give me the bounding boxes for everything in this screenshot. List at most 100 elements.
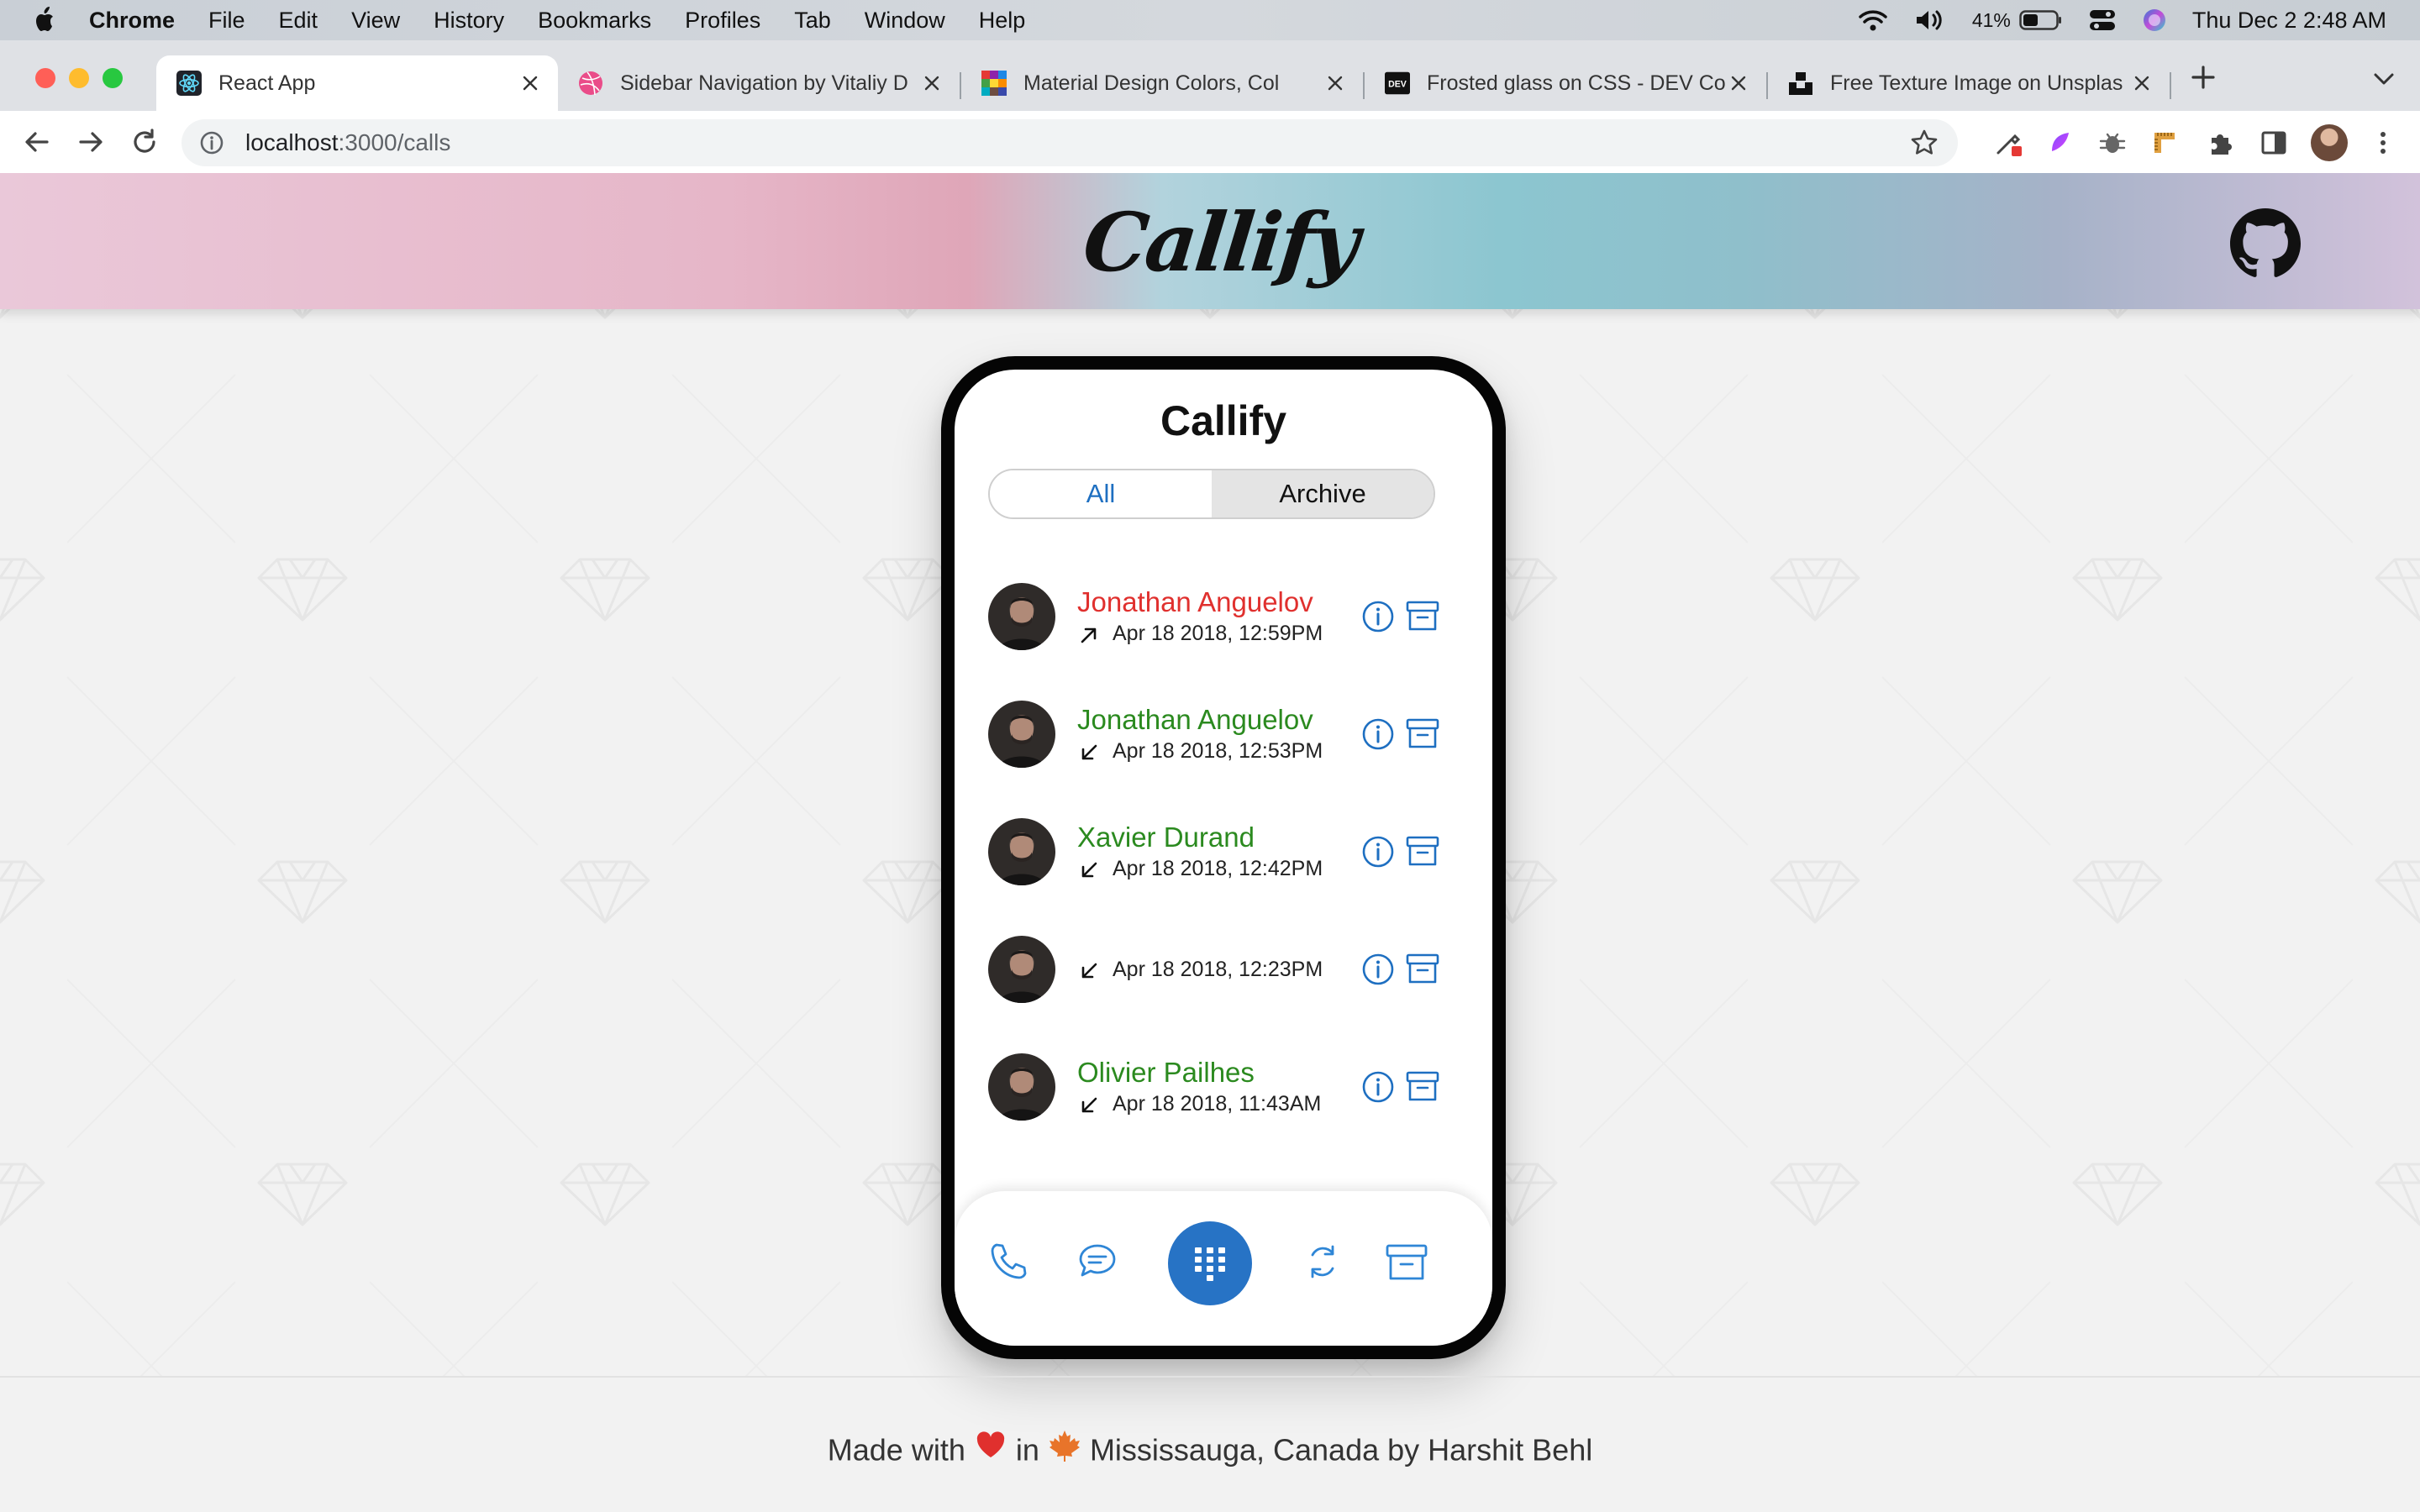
maple-leaf-icon (1049, 1431, 1080, 1462)
info-icon[interactable] (1361, 835, 1395, 869)
call-list-item[interactable]: Jonathan Anguelov Apr 18 2018, 12:59PM (988, 558, 1459, 675)
close-tab-icon[interactable] (1726, 71, 1751, 96)
reload-icon[interactable] (128, 125, 161, 159)
archive-icon[interactable] (1405, 598, 1440, 633)
call-list: Jonathan Anguelov Apr 18 2018, 12:59PM J… (988, 558, 1459, 1146)
wifi-icon[interactable] (1858, 8, 1888, 33)
back-icon[interactable] (20, 125, 54, 159)
window-controls (35, 68, 136, 88)
battery-percentage: 41% (1971, 8, 2011, 31)
profile-avatar[interactable] (2311, 124, 2348, 161)
menu-window[interactable]: Window (865, 8, 945, 34)
close-tab-icon[interactable] (2129, 71, 2154, 96)
menu-tab[interactable]: Tab (794, 8, 831, 34)
inbound-call-arrow-icon (1081, 1097, 1097, 1113)
color-picker-extension-icon[interactable] (1993, 128, 2023, 158)
menu-help[interactable]: Help (979, 8, 1026, 34)
side-panel-icon[interactable] (2259, 128, 2289, 158)
menubar-app-name[interactable]: Chrome (89, 8, 175, 34)
extensions-puzzle-icon[interactable] (2205, 128, 2235, 158)
contact-avatar (988, 583, 1055, 650)
footer-made-with: Made with (827, 1432, 965, 1467)
zoom-window-button[interactable] (103, 68, 123, 88)
phone-icon[interactable] (986, 1240, 1030, 1284)
menubar-status-area: 41% Thu Dec 2 2:48 AM (1858, 0, 2420, 40)
menu-file[interactable]: File (208, 8, 245, 34)
inbound-call-arrow-icon (1081, 963, 1097, 979)
menubar-clock[interactable]: Thu Dec 2 2:48 AM (2192, 8, 2386, 34)
menu-profiles[interactable]: Profiles (685, 8, 760, 34)
chrome-menu-icon[interactable] (2368, 128, 2398, 158)
close-window-button[interactable] (35, 68, 55, 88)
tab-react-app[interactable]: React App (156, 55, 558, 111)
callify-logo[interactable]: Callify (1079, 195, 1361, 290)
archive-icon[interactable] (1385, 1240, 1428, 1284)
ruler-extension-icon[interactable] (2149, 128, 2180, 158)
contact-name: Olivier Pailhes (1077, 1057, 1255, 1088)
github-icon[interactable] (2230, 208, 2301, 279)
info-icon[interactable] (1361, 600, 1395, 633)
address-bar[interactable]: localhost:3000/calls (182, 119, 1958, 166)
tab-title: Sidebar Navigation by Vitaliy D (620, 71, 908, 95)
apple-icon[interactable] (32, 5, 59, 35)
tab-free-texture[interactable]: Free Texture Image on Unsplas (1768, 55, 2170, 111)
call-filter-toggle: All Archive (988, 469, 1435, 519)
heart-icon (976, 1431, 1004, 1457)
svg-text:DEV: DEV (1388, 79, 1407, 89)
call-timestamp: Apr 18 2018, 12:42PM (1113, 857, 1323, 880)
tab-all[interactable]: All (990, 470, 1212, 517)
new-tab-icon[interactable] (2186, 60, 2220, 94)
menu-edit[interactable]: Edit (279, 8, 318, 34)
dialpad-button[interactable] (1168, 1221, 1252, 1305)
unsplash-icon (1788, 71, 1813, 96)
gradient-extension-icon[interactable] (2045, 128, 2075, 158)
chat-icon[interactable] (1076, 1240, 1119, 1284)
call-list-item[interactable]: Apr 18 2018, 12:23PM (988, 911, 1459, 1028)
contact-name: Jonathan Anguelov (1077, 586, 1313, 617)
contact-name: Xavier Durand (1077, 822, 1255, 853)
archive-icon[interactable] (1405, 951, 1440, 986)
close-tab-icon[interactable] (919, 71, 944, 96)
archive-icon[interactable] (1405, 716, 1440, 751)
palette-icon (981, 71, 1007, 96)
tab-material-colors[interactable]: Material Design Colors, Col (961, 55, 1363, 111)
site-info-icon[interactable] (198, 129, 225, 156)
close-tab-icon[interactable] (518, 71, 543, 96)
tab-archive[interactable]: Archive (1212, 470, 1434, 517)
url-host: localhost (245, 129, 339, 155)
battery-icon[interactable] (2019, 9, 2063, 31)
info-icon[interactable] (1361, 1070, 1395, 1104)
footer-divider (0, 1376, 2420, 1378)
control-center-icon[interactable] (2088, 8, 2117, 33)
close-tab-icon[interactable] (1323, 71, 1348, 96)
browser-toolbar: localhost:3000/calls (0, 111, 2420, 173)
call-list-item[interactable]: Olivier Pailhes Apr 18 2018, 11:43AM (988, 1028, 1459, 1146)
footer-in: in (1015, 1432, 1039, 1467)
siri-icon[interactable] (2142, 8, 2167, 33)
refresh-icon[interactable] (1301, 1240, 1344, 1284)
bug-extension-icon[interactable] (2097, 128, 2128, 158)
contact-avatar (988, 936, 1055, 1003)
menu-bookmarks[interactable]: Bookmarks (538, 8, 651, 34)
contact-avatar (988, 818, 1055, 885)
bookmark-star-icon[interactable] (1909, 128, 1939, 158)
minimize-window-button[interactable] (69, 68, 89, 88)
contact-name: Jonathan Anguelov (1077, 704, 1313, 735)
phone-frame: Callify All Archive Jonathan Anguelov Ap… (941, 356, 1506, 1359)
call-list-item[interactable]: Xavier Durand Apr 18 2018, 12:42PM (988, 793, 1459, 911)
tab-frosted-glass[interactable]: DEV Frosted glass on CSS - DEV Co (1365, 55, 1766, 111)
tab-search-chevron-icon[interactable] (2371, 69, 2396, 89)
archive-icon[interactable] (1405, 1068, 1440, 1104)
info-icon[interactable] (1361, 717, 1395, 751)
archive-icon[interactable] (1405, 833, 1440, 869)
call-list-item[interactable]: Jonathan Anguelov Apr 18 2018, 12:53PM (988, 675, 1459, 793)
tab-sidebar-navigation[interactable]: Sidebar Navigation by Vitaliy D (558, 55, 960, 111)
call-timestamp: Apr 18 2018, 12:23PM (1113, 958, 1323, 981)
menu-history[interactable]: History (434, 8, 504, 34)
menu-view[interactable]: View (351, 8, 400, 34)
forward-icon[interactable] (74, 125, 108, 159)
info-icon[interactable] (1361, 953, 1395, 986)
page-viewport: Callify Callify All Archive Jonathan Ang… (0, 173, 2420, 1512)
site-header-banner: Callify (0, 173, 2420, 309)
volume-icon[interactable] (1913, 8, 1947, 33)
